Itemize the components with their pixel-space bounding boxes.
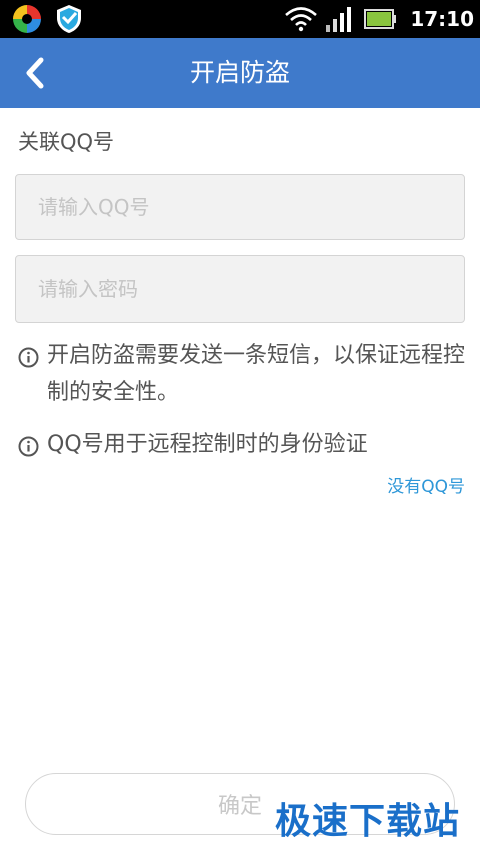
section-label: 关联QQ号 <box>18 130 115 154</box>
signal-icon <box>326 7 352 32</box>
shield-app-icon <box>57 5 81 33</box>
colorful-app-icon <box>13 5 41 33</box>
battery-icon <box>364 9 397 29</box>
password-input[interactable] <box>16 256 464 322</box>
password-field-container <box>15 255 465 323</box>
info-row-qq: QQ号用于远程控制时的身份验证 <box>18 432 466 463</box>
qq-input[interactable] <box>16 175 464 239</box>
title-bar: 开启防盗 <box>0 38 480 108</box>
info-icon <box>18 436 39 457</box>
chevron-left-icon <box>26 57 44 89</box>
watermark: 极速下载站 <box>274 801 460 842</box>
qq-field-container <box>15 174 465 240</box>
page-title: 开启防盗 <box>189 58 290 87</box>
info-icon <box>18 347 39 368</box>
info-text-sms: 开启防盗需要发送一条短信，以保证远程控制的安全性。 <box>47 343 466 405</box>
no-qq-link[interactable]: 没有QQ号 <box>387 472 465 497</box>
wifi-icon <box>285 7 318 32</box>
status-bar: 17:10 <box>0 0 480 38</box>
info-row-sms: 开启防盗需要发送一条短信，以保证远程控制的安全性。 <box>18 343 466 411</box>
info-text-qq: QQ号用于远程控制时的身份验证 <box>47 432 368 457</box>
back-button[interactable] <box>10 48 60 98</box>
status-time: 17:10 <box>410 7 474 31</box>
